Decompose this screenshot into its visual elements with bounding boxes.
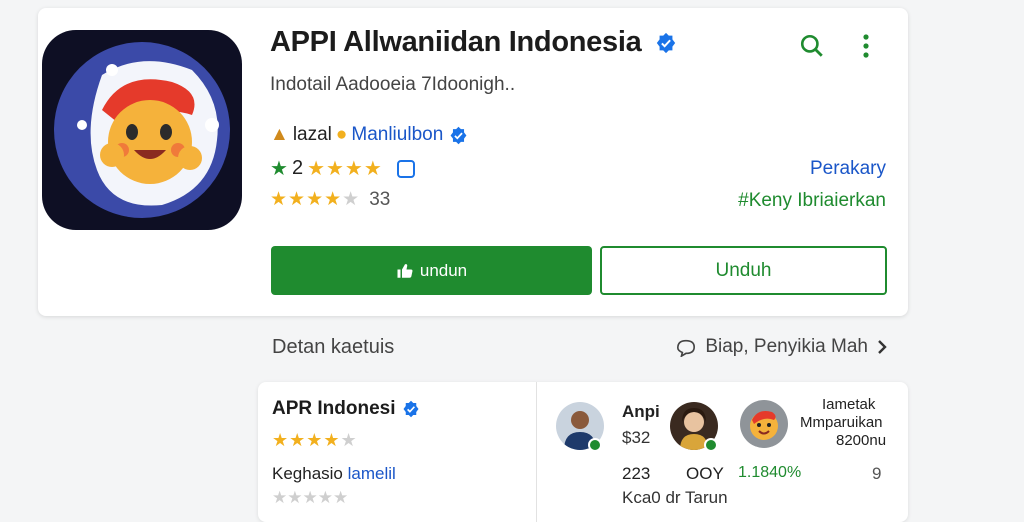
rating-value: 2 bbox=[291, 157, 304, 179]
developer-badge-icon: ● bbox=[335, 124, 348, 145]
verified-icon bbox=[657, 33, 676, 54]
avatar[interactable] bbox=[740, 400, 788, 448]
stat-2: OOY bbox=[686, 464, 724, 483]
profile-footer: Kca0 dr Tarun bbox=[622, 488, 728, 507]
rating-row-secondary: ★★★★★ 33 bbox=[270, 188, 390, 211]
check-icon bbox=[704, 438, 718, 452]
install-button-label: undun bbox=[419, 260, 468, 280]
profile-value: $32 bbox=[622, 428, 651, 447]
developer-name: Manliulbon bbox=[351, 124, 444, 145]
share-icon bbox=[677, 339, 696, 357]
profile-line-3: 8200nu bbox=[836, 432, 887, 449]
stat-3: 1.1840% bbox=[738, 464, 802, 481]
verified-icon bbox=[450, 126, 467, 144]
related-label: Keghasio lamelil bbox=[272, 464, 396, 483]
related-stars: ★★★★★ bbox=[272, 430, 357, 450]
section-link-label: Biap, Penyikia Mah bbox=[705, 336, 868, 357]
profile-line-2: Mmparuikan bbox=[800, 414, 883, 431]
search-button[interactable] bbox=[796, 30, 828, 62]
link-top[interactable]: Perakary bbox=[810, 158, 886, 180]
stat-1: 223 bbox=[622, 464, 651, 483]
app-subtitle: Indotail Aadooeia 7Idoonigh.. bbox=[270, 74, 516, 95]
divider bbox=[536, 382, 537, 522]
related-app-title[interactable]: APR Indonesi bbox=[272, 398, 420, 420]
developer-prefix: lazal bbox=[292, 124, 332, 145]
related-stars-2: ★★★★★ bbox=[272, 488, 349, 507]
thumbs-up-icon bbox=[397, 263, 413, 278]
more-vert-icon bbox=[863, 34, 869, 58]
profile-name: Anpi bbox=[622, 402, 660, 421]
related-card: APR Indonesi ★★★★★ Keghasio lamelil ★★★★… bbox=[258, 382, 908, 522]
developer-prefix-icon: ▲ bbox=[270, 124, 289, 145]
section-title: Detan kaetuis bbox=[272, 336, 395, 358]
download-button[interactable]: Unduh bbox=[600, 246, 887, 295]
star-icon: ★ bbox=[270, 158, 288, 180]
search-icon bbox=[800, 34, 823, 57]
check-icon bbox=[588, 438, 602, 452]
developer-row[interactable]: ▲ lazal ● Manliulbon bbox=[270, 124, 468, 146]
more-options-button[interactable] bbox=[850, 30, 882, 62]
stat-4: 9 bbox=[872, 464, 882, 483]
section-header: Detan kaetuis Biap, Penyikia Mah bbox=[272, 334, 888, 362]
rating-count: 33 bbox=[369, 188, 391, 210]
badge-icon bbox=[396, 159, 415, 178]
chevron-right-icon bbox=[878, 340, 887, 354]
profile-line-1: Iametak bbox=[822, 396, 876, 413]
rating-row: ★ 2 ★★★★ bbox=[270, 156, 415, 181]
install-button[interactable]: undun bbox=[271, 246, 592, 295]
app-header-card: APPI Allwaniidan Indonesia Indotail Aado… bbox=[38, 8, 908, 316]
verified-icon bbox=[403, 400, 419, 418]
rating-stars-2: ★★★★★ bbox=[270, 189, 360, 210]
app-icon bbox=[42, 30, 242, 230]
link-bottom[interactable]: #Keny Ibriaierkan bbox=[738, 190, 886, 212]
section-link[interactable]: Biap, Penyikia Mah bbox=[675, 336, 888, 358]
rating-stars: ★★★★ bbox=[307, 158, 383, 180]
app-title: APPI Allwaniidan Indonesia bbox=[270, 26, 677, 59]
